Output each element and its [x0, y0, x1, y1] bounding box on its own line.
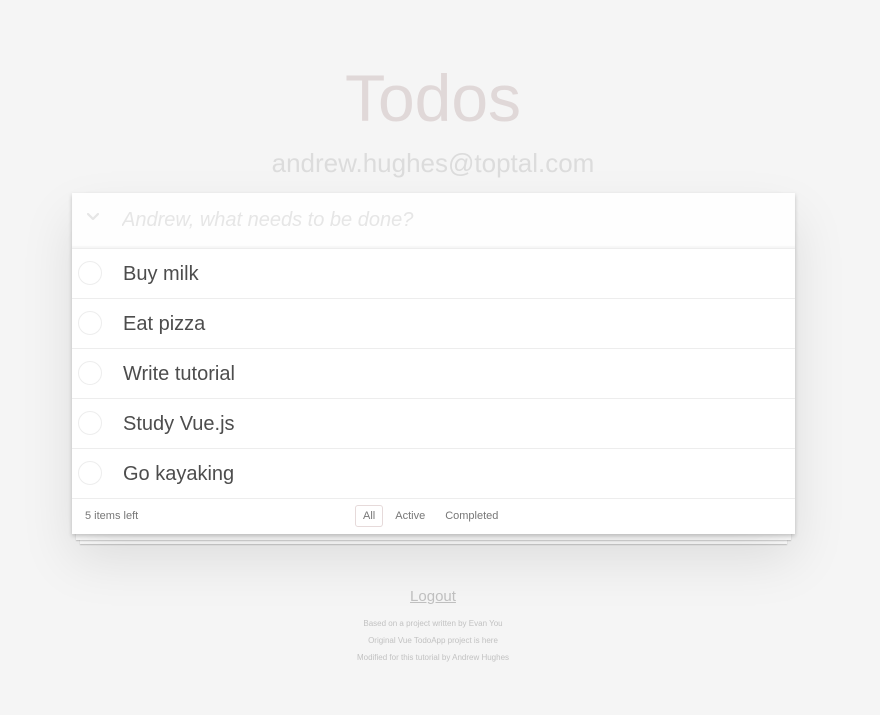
todo-label[interactable]: Study Vue.js: [123, 399, 235, 449]
page-title: Todos: [344, 61, 522, 135]
todo-label[interactable]: Write tutorial: [123, 349, 235, 399]
todo-checkbox[interactable]: [78, 461, 102, 485]
todo-item[interactable]: Go kayaking: [72, 449, 795, 499]
todo-checkbox[interactable]: [78, 361, 102, 385]
todo-item[interactable]: Eat pizza: [72, 299, 795, 349]
info-credit-line: Based on a project written by Evan You: [363, 619, 503, 628]
todo-label[interactable]: Eat pizza: [123, 299, 205, 349]
items-left-count: 5 items left: [85, 510, 139, 522]
todo-checkbox[interactable]: [78, 261, 102, 285]
todo-header: [72, 193, 795, 249]
new-todo-input[interactable]: [122, 193, 782, 248]
todo-label[interactable]: Go kayaking: [123, 449, 234, 499]
filter-completed[interactable]: Completed: [437, 505, 506, 527]
logout-link[interactable]: Logout: [0, 587, 866, 607]
todo-label[interactable]: Buy milk: [123, 249, 199, 299]
todo-page: Todos andrew.hughes@toptal.com Buy milk …: [0, 0, 880, 715]
info-source-line: Original Vue TodoApp project is here: [368, 636, 498, 645]
chevron-down-icon: [86, 209, 100, 227]
todo-footer: 5 items left All Active Completed: [72, 499, 795, 533]
todo-checkbox[interactable]: [78, 411, 102, 435]
todo-item[interactable]: Study Vue.js: [72, 399, 795, 449]
todo-app-panel: Buy milk Eat pizza Write tutorial Study …: [72, 193, 795, 534]
filter-active[interactable]: Active: [387, 505, 433, 527]
info-modified-line: Modified for this tutorial by Andrew Hug…: [356, 653, 510, 662]
todo-checkbox[interactable]: [78, 311, 102, 335]
todo-item[interactable]: Write tutorial: [72, 349, 795, 399]
toggle-all-button[interactable]: [82, 207, 104, 229]
todo-list: Buy milk Eat pizza Write tutorial Study …: [72, 249, 795, 499]
user-email: andrew.hughes@toptal.com: [271, 148, 595, 178]
filters: All Active Completed: [355, 505, 506, 527]
filter-all[interactable]: All: [355, 505, 384, 527]
todo-item[interactable]: Buy milk: [72, 249, 795, 299]
